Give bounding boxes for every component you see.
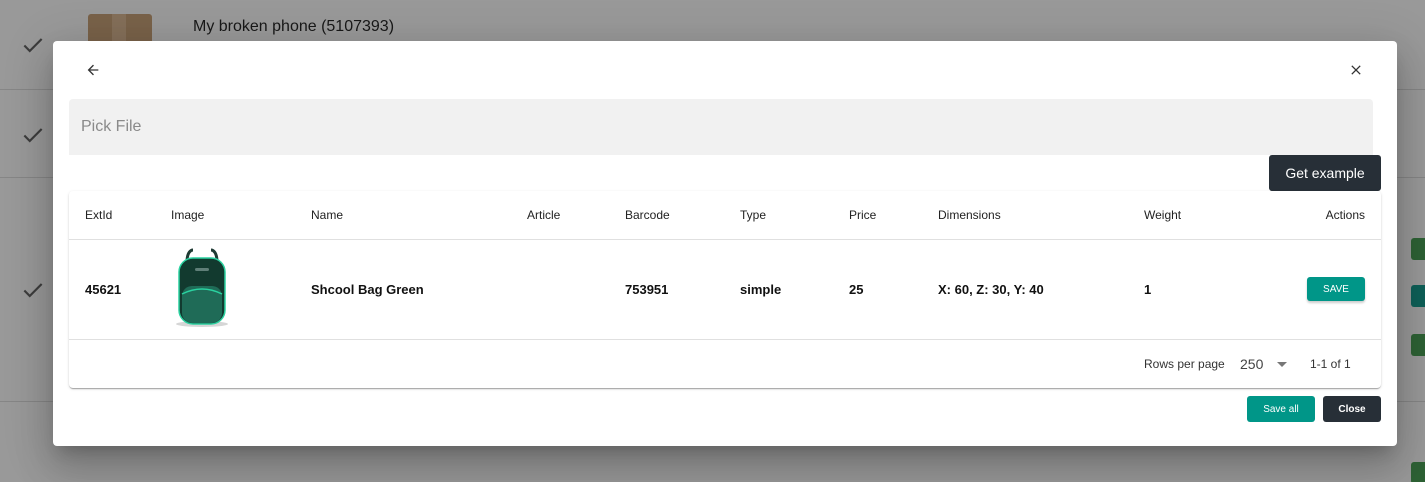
cell-price: 25 — [849, 239, 938, 340]
pick-file-input[interactable]: Pick File — [69, 99, 1373, 155]
table-header-row: ExtId Image Name Article Barcode Type Pr… — [69, 191, 1381, 240]
column-header-type: Type — [740, 191, 849, 240]
backpack-image — [176, 248, 228, 327]
save-all-button[interactable]: Save all — [1247, 396, 1315, 422]
chevron-down-icon[interactable] — [1277, 361, 1287, 367]
column-header-image: Image — [171, 191, 311, 240]
cell-extid: 45621 — [69, 239, 171, 340]
cell-name: Shcool Bag Green — [311, 239, 527, 340]
cell-article — [527, 239, 625, 340]
save-row-button[interactable]: SAVE — [1307, 277, 1365, 301]
column-header-dimensions: Dimensions — [938, 191, 1144, 240]
pick-file-label: Pick File — [81, 118, 142, 135]
cell-weight: 1 — [1144, 239, 1274, 340]
cell-image — [171, 239, 311, 340]
column-header-price: Price — [849, 191, 938, 240]
column-header-extid: ExtId — [69, 191, 171, 240]
back-button[interactable] — [79, 56, 107, 84]
table-pagination: Rows per page 250 1-1 of 1 — [69, 340, 1381, 388]
arrow-left-icon — [87, 64, 99, 76]
cell-actions: SAVE — [1274, 239, 1381, 340]
close-button[interactable]: Close — [1323, 396, 1381, 422]
column-header-barcode: Barcode — [625, 191, 740, 240]
get-example-button[interactable]: Get example — [1269, 155, 1381, 191]
column-header-actions: Actions — [1274, 191, 1381, 240]
import-dialog: Pick File Get example ExtId Image Name A… — [53, 41, 1397, 446]
pagination-range: 1-1 of 1 — [1310, 356, 1351, 371]
table-row: 45621 Shcool Bag Green 753951 simple 25 … — [69, 239, 1381, 340]
column-header-name: Name — [311, 191, 527, 240]
products-table: ExtId Image Name Article Barcode Type Pr… — [69, 191, 1381, 340]
close-dialog-button[interactable] — [1342, 56, 1370, 84]
rows-per-page-label: Rows per page — [1144, 356, 1225, 371]
cell-dimensions: X: 60, Z: 30, Y: 40 — [938, 239, 1144, 340]
cell-type: simple — [740, 239, 849, 340]
close-icon — [1351, 65, 1361, 75]
products-table-card: ExtId Image Name Article Barcode Type Pr… — [69, 191, 1381, 388]
column-header-weight: Weight — [1144, 191, 1274, 240]
rows-per-page-select[interactable]: 250 — [1240, 356, 1263, 372]
cell-barcode: 753951 — [625, 239, 740, 340]
column-header-article: Article — [527, 191, 625, 240]
